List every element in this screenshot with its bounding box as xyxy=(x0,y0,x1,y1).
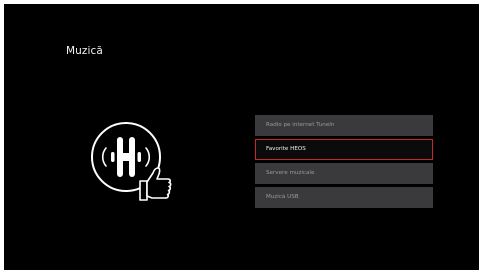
menu-item-heos-favorites[interactable]: Favorite HEOS xyxy=(255,139,433,160)
menu-item-label: Muzică USB xyxy=(266,194,299,200)
menu-item-label: Servere muzicale xyxy=(266,170,315,176)
tv-screen: Muzică Radio pe internet TuneIn Favorite… xyxy=(4,4,479,270)
menu-item-label: Radio pe internet TuneIn xyxy=(266,122,335,128)
heos-thumbs-up-icon xyxy=(82,113,178,209)
menu-item-usb-music[interactable]: Muzică USB xyxy=(255,187,433,208)
menu-item-tunein-radio[interactable]: Radio pe internet TuneIn xyxy=(255,115,433,136)
page-title: Muzică xyxy=(66,45,103,57)
menu-item-label: Favorite HEOS xyxy=(266,146,306,152)
music-source-menu: Radio pe internet TuneIn Favorite HEOS S… xyxy=(255,115,433,211)
menu-item-music-servers[interactable]: Servere muzicale xyxy=(255,163,433,184)
